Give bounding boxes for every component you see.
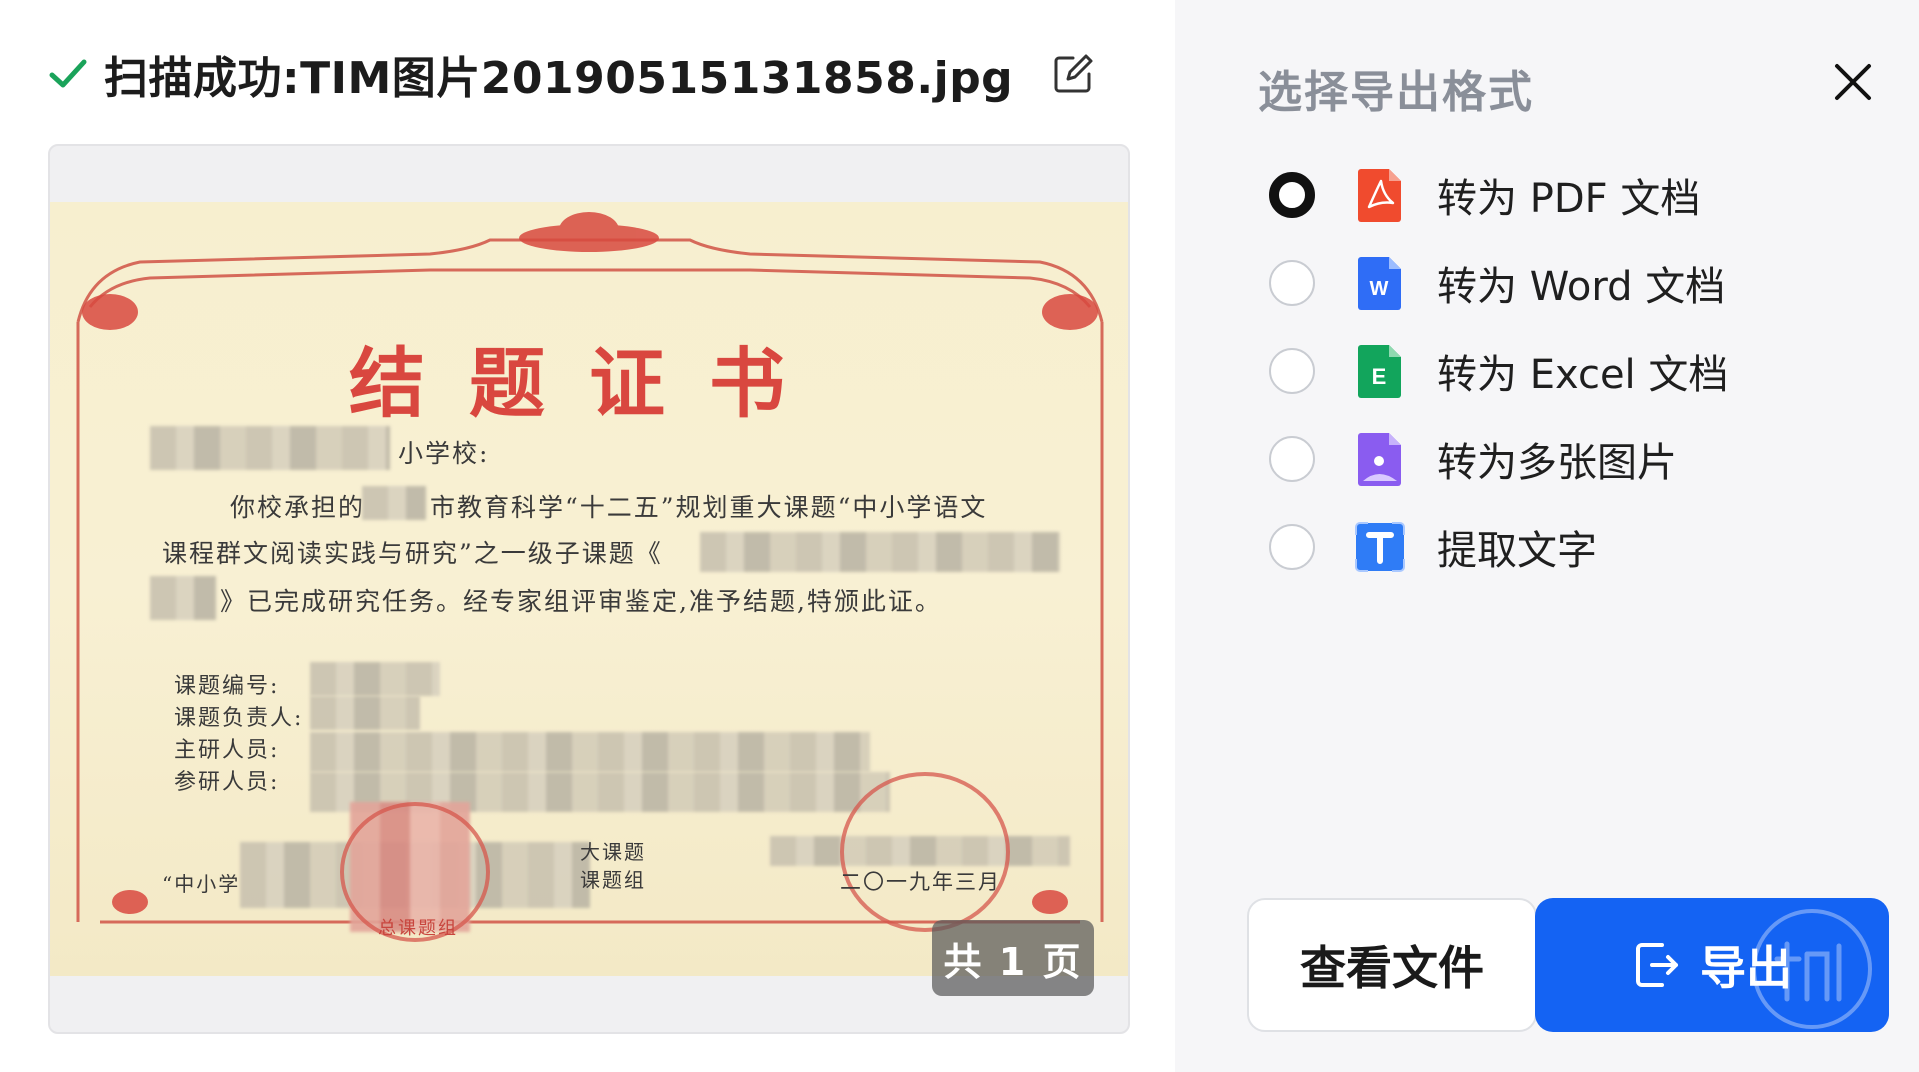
option-excel[interactable]: E 转为 Excel 文档 [1269, 336, 1869, 406]
panel-title: 选择导出格式 [1258, 67, 1534, 118]
certificate-field-number: 课题编号: [174, 674, 280, 699]
edit-icon[interactable] [1051, 52, 1095, 96]
certificate-line2: 课程群文阅读实践与研究”之一级子课题《 [162, 539, 663, 568]
option-word[interactable]: W 转为 Word 文档 [1269, 248, 1869, 318]
redacted-block [310, 732, 870, 772]
option-word-label: 转为 Word 文档 [1437, 264, 1726, 310]
excel-icon: E [1358, 345, 1401, 398]
page-count-badge: 共 1 页 [932, 920, 1094, 996]
check-icon [49, 59, 87, 88]
certificate-sign-group-a: 大课题 [580, 840, 646, 864]
export-panel: 选择导出格式 转为 PDF 文档 W 转为 Word 文档 E 转为 Excel… [1175, 0, 1919, 1072]
option-pdf[interactable]: 转为 PDF 文档 [1269, 160, 1869, 230]
text-icon [1355, 522, 1405, 572]
scan-filename: TIM图片20190515131858.jpg [300, 53, 1014, 104]
certificate-field-members: 参研人员: [174, 770, 280, 795]
radio-images[interactable] [1269, 436, 1315, 482]
redacted-block [362, 486, 426, 520]
radio-word[interactable] [1269, 260, 1315, 306]
image-icon [1358, 433, 1401, 486]
radio-pdf[interactable] [1269, 172, 1315, 218]
option-excel-label: 转为 Excel 文档 [1437, 352, 1729, 398]
scan-status: 扫描成功 [104, 53, 282, 104]
seal-right [840, 772, 1010, 932]
certificate-line1-b: 市教育科学“十二五”规划重大课题“中小学语文 [430, 493, 988, 522]
pdf-icon [1358, 169, 1401, 222]
certificate-image: 结题证书 小学校: 你校承担的 市教育科学“十二五”规划重大课题“中小学语文 课… [50, 202, 1128, 976]
redacted-block [150, 426, 390, 470]
option-extract-text[interactable]: 提取文字 [1269, 512, 1869, 582]
certificate-date: 二〇一九年三月 [840, 870, 1001, 894]
certificate-sign-group-b: 课题组 [580, 868, 646, 892]
view-file-button[interactable]: 查看文件 [1247, 898, 1537, 1032]
redacted-block [700, 532, 1060, 572]
export-icon [1636, 943, 1678, 987]
option-images[interactable]: 转为多张图片 [1269, 424, 1869, 494]
option-pdf-label: 转为 PDF 文档 [1437, 176, 1701, 222]
certificate-line3: 》已完成研究任务。经专家组评审鉴定,准予结题,特颁此证。 [220, 587, 942, 616]
watermark-logo [1752, 909, 1872, 1029]
redacted-block [310, 696, 420, 730]
scan-header: 扫描成功:TIM图片20190515131858.jpg [48, 44, 1095, 104]
certificate-title: 结题证书 [349, 339, 829, 428]
option-extract-text-label: 提取文字 [1437, 528, 1597, 574]
word-icon: W [1358, 257, 1401, 310]
radio-extract-text[interactable] [1269, 524, 1315, 570]
option-images-label: 转为多张图片 [1437, 440, 1677, 486]
scan-preview-area: 扫描成功:TIM图片20190515131858.jpg 结题证书 小学校: 你… [0, 0, 1175, 1072]
certificate-seal-text: 总课题组 [378, 918, 458, 939]
certificate-field-main: 主研人员: [174, 738, 280, 763]
redacted-block [310, 662, 440, 696]
scan-title: 扫描成功:TIM图片20190515131858.jpg [104, 42, 1013, 106]
certificate-addressee: 小学校: [398, 439, 490, 468]
scan-preview-frame: 结题证书 小学校: 你校承担的 市教育科学“十二五”规划重大课题“中小学语文 课… [48, 144, 1130, 1034]
close-icon[interactable] [1831, 60, 1875, 104]
radio-excel[interactable] [1269, 348, 1315, 394]
svg-text:W: W [1370, 278, 1389, 300]
svg-text:E: E [1372, 364, 1387, 389]
export-button[interactable]: 导出 [1535, 898, 1889, 1032]
scan-title-separator: : [282, 53, 301, 104]
certificate-field-leader: 课题负责人: [174, 706, 304, 731]
redacted-block [150, 576, 216, 620]
certificate-line1-a: 你校承担的 [230, 493, 366, 522]
certificate-sign-prefix: “中小学 [162, 872, 241, 896]
